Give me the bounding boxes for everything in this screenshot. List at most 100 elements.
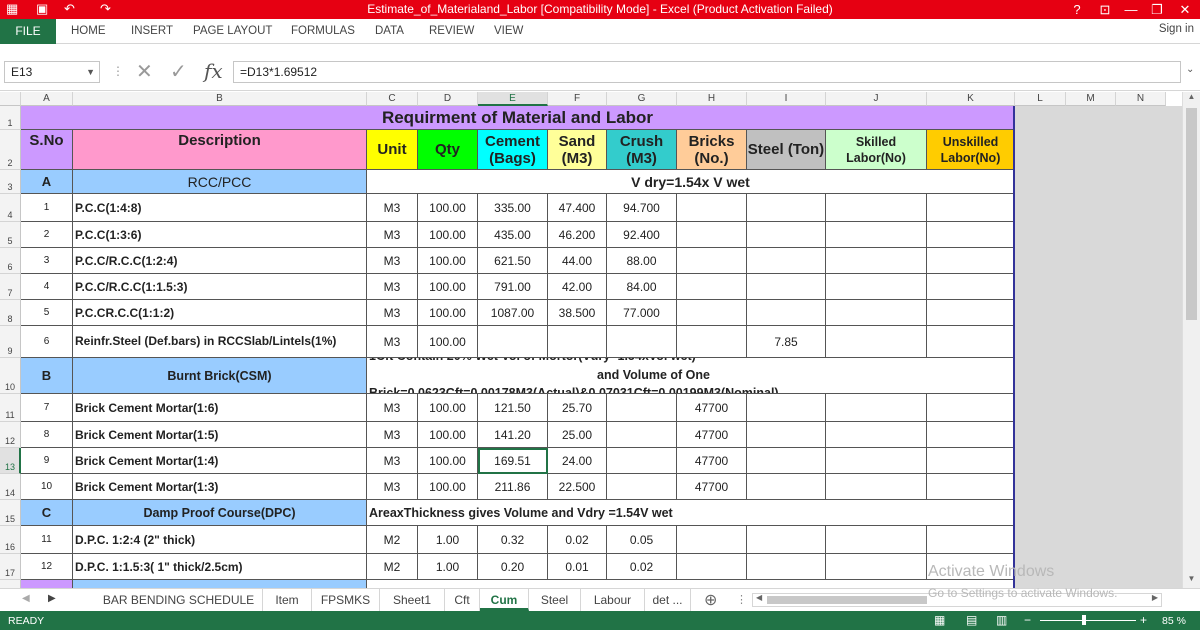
row-description[interactable]: D.P.C. 1:2:4 (2" thick) [73, 526, 367, 554]
row-header[interactable]: 17 [0, 554, 21, 580]
row-bricks[interactable]: 47700 [677, 422, 747, 448]
row-cement[interactable]: 791.00 [478, 274, 548, 300]
add-sheet-icon[interactable]: ⊕ [704, 590, 717, 610]
row-steel[interactable] [747, 248, 826, 274]
sheet-tab-bar-bending-schedule[interactable]: BAR BENDING SCHEDULE [95, 589, 263, 611]
zoom-level[interactable]: 85 % [1162, 615, 1186, 627]
row-unit[interactable]: M3 [367, 326, 418, 358]
row-cement[interactable]: 1087.00 [478, 300, 548, 326]
header-sand[interactable]: Sand (M3) [548, 130, 607, 170]
sheet-tab-cum[interactable]: Cum [480, 589, 529, 611]
header-unskilled-labor[interactable]: Unskilled Labor(No) [927, 130, 1015, 170]
row-qty[interactable]: 1.00 [418, 554, 478, 580]
row-unit[interactable]: M3 [367, 300, 418, 326]
tab-data[interactable]: DATA [375, 25, 404, 37]
column-header-h[interactable]: H [677, 92, 747, 106]
expand-formula-icon[interactable]: ⌄ [1186, 64, 1194, 75]
row-description[interactable]: Reinfr.Steel (Def.bars) in RCCSlab/Linte… [73, 326, 367, 358]
row-sno[interactable]: 9 [21, 448, 73, 474]
row-partial-b[interactable] [73, 580, 367, 588]
row-cement[interactable]: 335.00 [478, 194, 548, 222]
row-bricks[interactable] [677, 194, 747, 222]
row-steel[interactable]: 7.85 [747, 326, 826, 358]
tab-home[interactable]: HOME [71, 25, 106, 37]
row-sno[interactable]: 6 [21, 326, 73, 358]
zoom-slider[interactable] [1040, 620, 1136, 621]
sheet-tab-fpsmks[interactable]: FPSMKS [312, 589, 380, 611]
row-header[interactable]: 7 [0, 274, 21, 300]
row-qty[interactable]: 100.00 [418, 194, 478, 222]
row-bricks[interactable] [677, 274, 747, 300]
scroll-left-icon[interactable]: ◀ [756, 593, 762, 602]
header-qty[interactable]: Qty [418, 130, 478, 170]
row-skilled-labor[interactable] [826, 300, 927, 326]
row-cement[interactable]: 0.20 [478, 554, 548, 580]
row-header[interactable]: 12 [0, 422, 21, 448]
row-cement[interactable] [478, 326, 548, 358]
row-skilled-labor[interactable] [826, 394, 927, 422]
row-unskilled-labor[interactable] [927, 526, 1015, 554]
column-header-c[interactable]: C [367, 92, 418, 106]
row-qty[interactable]: 100.00 [418, 474, 478, 500]
section-b-name[interactable]: Burnt Brick(CSM) [73, 358, 367, 394]
section-b-letter[interactable]: B [21, 358, 73, 394]
row-bricks[interactable]: 47700 [677, 448, 747, 474]
close-button[interactable]: ✕ [1170, 0, 1200, 19]
insert-function-icon[interactable]: fx [204, 59, 223, 83]
sheet-title[interactable]: Requirment of Material and Labor [21, 106, 1015, 130]
row-header[interactable]: 3 [0, 170, 21, 194]
sheet-tab-labour[interactable]: Labour [581, 589, 645, 611]
column-header-k[interactable]: K [927, 92, 1015, 106]
row-qty[interactable]: 100.00 [418, 394, 478, 422]
header-description[interactable]: Description [73, 130, 367, 170]
row-sno[interactable]: 12 [21, 554, 73, 580]
header-bricks[interactable]: Bricks (No.) [677, 130, 747, 170]
row-unit[interactable]: M3 [367, 474, 418, 500]
header-sno[interactable]: S.No [21, 130, 73, 170]
tab-insert[interactable]: INSERT [131, 25, 173, 37]
row-cement[interactable]: 0.32 [478, 526, 548, 554]
column-header-b[interactable]: B [73, 92, 367, 106]
row-unit[interactable]: M2 [367, 526, 418, 554]
header-skilled-labor[interactable]: Skilled Labor(No) [826, 130, 927, 170]
row-qty[interactable]: 100.00 [418, 222, 478, 248]
row-unskilled-labor[interactable] [927, 222, 1015, 248]
column-header-m[interactable]: M [1066, 92, 1116, 106]
row-sno[interactable]: 2 [21, 222, 73, 248]
sheet-tab-steel[interactable]: Steel [529, 589, 581, 611]
section-a-note[interactable]: V dry=1.54x V wet [367, 170, 1015, 194]
row-steel[interactable] [747, 474, 826, 500]
row-unskilled-labor[interactable] [927, 394, 1015, 422]
name-box[interactable]: E13 ▼ [4, 61, 100, 83]
row-sand[interactable]: 42.00 [548, 274, 607, 300]
tab-page-layout[interactable]: PAGE LAYOUT [193, 25, 272, 37]
row-sand[interactable]: 0.02 [548, 526, 607, 554]
row-description[interactable]: Brick Cement Mortar(1:6) [73, 394, 367, 422]
file-tab[interactable]: FILE [0, 19, 56, 44]
row-bricks[interactable] [677, 554, 747, 580]
scrollbar-thumb[interactable] [1186, 108, 1197, 320]
row-crush[interactable]: 84.00 [607, 274, 677, 300]
row-skilled-labor[interactable] [826, 194, 927, 222]
row-sno[interactable]: 10 [21, 474, 73, 500]
section-c-letter[interactable]: C [21, 500, 73, 526]
row-header[interactable]: 15 [0, 500, 21, 526]
row-sand[interactable]: 46.200 [548, 222, 607, 248]
sheet-tab-sheet1[interactable]: Sheet1 [380, 589, 445, 611]
row-cement[interactable]: 121.50 [478, 394, 548, 422]
row-sand[interactable] [548, 326, 607, 358]
row-header[interactable]: 4 [0, 194, 21, 222]
header-steel[interactable]: Steel (Ton) [747, 130, 826, 170]
column-header-i[interactable]: I [747, 92, 826, 106]
row-skilled-labor[interactable] [826, 526, 927, 554]
prev-sheet-icon[interactable]: ◀ [22, 593, 30, 604]
row-header[interactable]: 14 [0, 474, 21, 500]
row-header[interactable]: 5 [0, 222, 21, 248]
tab-formulas[interactable]: FORMULAS [291, 25, 355, 37]
row-unskilled-labor[interactable] [927, 474, 1015, 500]
zoom-slider-handle[interactable] [1082, 615, 1086, 625]
chevron-down-icon[interactable]: ▼ [86, 62, 95, 82]
row-sand[interactable]: 22.500 [548, 474, 607, 500]
section-c-name[interactable]: Damp Proof Course(DPC) [73, 500, 367, 526]
row-unit[interactable]: M3 [367, 248, 418, 274]
